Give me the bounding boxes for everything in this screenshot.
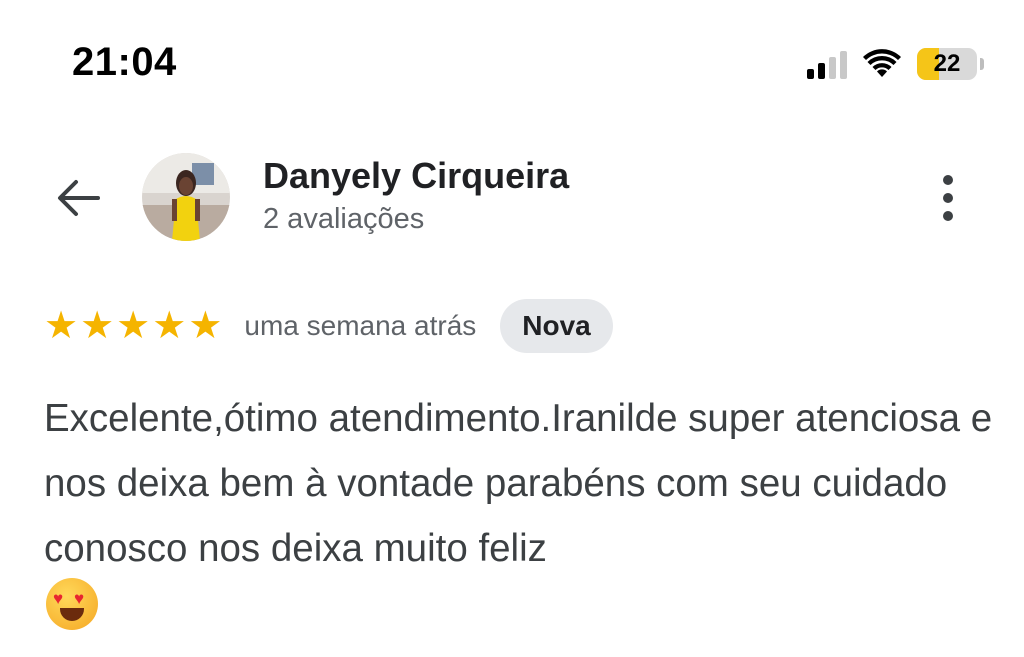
status-time: 21:04: [72, 40, 177, 84]
battery-level: 22: [933, 50, 961, 77]
more-vertical-icon: [943, 175, 953, 185]
new-badge: Nova: [500, 299, 613, 353]
avatar[interactable]: [142, 153, 230, 241]
more-options-button[interactable]: [926, 170, 970, 226]
rating-row: ★ ★ ★ ★ ★ uma semana atrás Nova: [44, 299, 613, 353]
wifi-icon: [863, 49, 901, 77]
star-icon: ★: [152, 305, 187, 347]
review-screen: 21:04 22 Danyely Cirqueira 2 avaliações …: [0, 0, 1024, 657]
status-icons: 22: [807, 44, 984, 84]
review-count: 2 avaliações: [263, 203, 425, 235]
star-icon: ★: [116, 305, 151, 347]
battery-icon: 22: [917, 48, 984, 80]
arrow-left-icon: [58, 180, 100, 216]
star-icon: ★: [188, 305, 223, 347]
heart-eyes-emoji-icon: ♥ ♥: [46, 578, 98, 630]
star-rating: ★ ★ ★ ★ ★: [44, 307, 222, 345]
star-icon: ★: [80, 305, 115, 347]
back-button[interactable]: [50, 170, 106, 226]
cellular-signal-icon: [807, 49, 847, 79]
star-icon: ★: [44, 305, 79, 347]
review-text: Excelente,ótimo atendimento.Iranilde sup…: [44, 397, 993, 570]
review-time: uma semana atrás: [244, 310, 477, 341]
reviewer-name[interactable]: Danyely Cirqueira: [263, 155, 569, 197]
